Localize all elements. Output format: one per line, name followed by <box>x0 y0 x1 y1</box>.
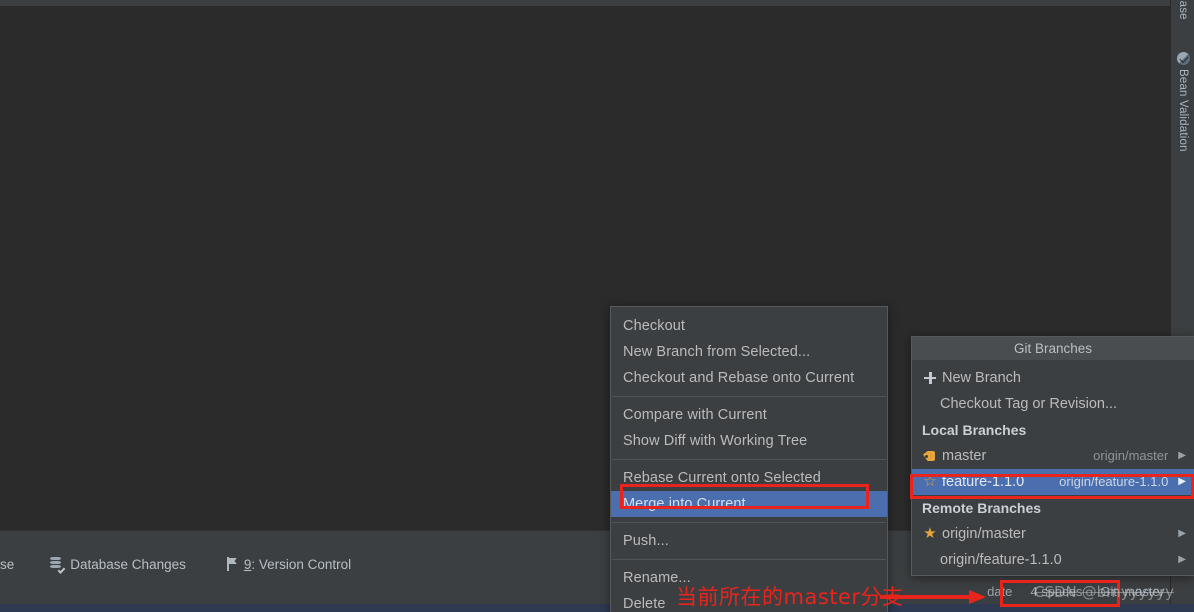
git-branches-popup: Git Branches New Branch Checkout Tag or … <box>911 336 1194 576</box>
branch-row-feature-1-1-0[interactable]: ☆ feature-1.1.0 origin/feature-1.1.0 ▶ <box>912 469 1194 495</box>
ide-window: base Bean Validation se Database Changes… <box>0 0 1194 612</box>
branch-feature-tracking: origin/feature-1.1.0 <box>1059 474 1169 489</box>
toolwindow-truncated-label: se <box>0 556 15 572</box>
toolstrip-database-label: base <box>1177 0 1189 20</box>
toolwindow-version-control-label: 9: Version Control <box>244 557 351 572</box>
toolwindow-button-database-changes[interactable]: Database Changes <box>28 556 200 574</box>
version-control-branch-icon <box>226 557 238 571</box>
chevron-right-icon: ▶ <box>1178 554 1186 565</box>
toolwindow-button-row: se Database Changes 9: Version Control <box>0 553 365 575</box>
status-date-segment[interactable]: date <box>987 584 1012 599</box>
tag-icon <box>922 448 938 464</box>
menu-item-show-diff-with-working-tree[interactable]: Show Diff with Working Tree <box>611 428 887 454</box>
toolwindow-database-changes-label: Database Changes <box>70 556 186 572</box>
menu-separator <box>612 522 886 523</box>
branch-feature-label: feature-1.1.0 <box>942 474 1025 490</box>
status-bar-right-group: date 4 spaces Git: master <box>987 578 1164 604</box>
remote-branches-header: Remote Branches <box>922 500 1042 516</box>
toolstrip-item-bean-validation[interactable]: Bean Validation <box>1171 52 1194 182</box>
menu-separator <box>612 396 886 397</box>
branch-master-label: master <box>942 448 987 464</box>
menu-item-push[interactable]: Push... <box>611 528 887 554</box>
menu-separator <box>612 459 886 460</box>
local-branches-header: Local Branches <box>922 422 1027 438</box>
chevron-right-icon: ▶ <box>1178 528 1186 539</box>
menu-separator <box>612 559 886 560</box>
menu-item-checkout[interactable]: Checkout <box>611 313 887 339</box>
branch-row-origin-master[interactable]: ★ origin/master ▶ <box>912 521 1194 547</box>
toolwindow-version-control-name: : Version Control <box>251 556 352 572</box>
git-action-checkout-tag-or-revision[interactable]: Checkout Tag or Revision... <box>912 391 1194 417</box>
git-branches-list: New Branch Checkout Tag or Revision... L… <box>912 361 1194 575</box>
branch-master-tracking: origin/master <box>1093 448 1169 463</box>
branch-row-origin-feature-1-1-0[interactable]: origin/feature-1.1.0 ▶ <box>912 547 1194 573</box>
menu-item-rebase-current-onto-selected[interactable]: Rebase Current onto Selected <box>611 465 887 491</box>
toolwindow-button-truncated[interactable]: se <box>0 557 28 572</box>
star-outline-icon: ☆ <box>923 473 937 490</box>
status-bar: date 4 spaces Git: master <box>0 578 1170 604</box>
window-bottom-edge <box>0 604 1194 612</box>
checkout-tag-label: Checkout Tag or Revision... <box>940 396 1118 412</box>
branch-context-menu: Checkout New Branch from Selected... Che… <box>610 306 888 612</box>
branch-origin-feature-label: origin/feature-1.1.0 <box>940 552 1062 568</box>
git-action-new-branch[interactable]: New Branch <box>912 365 1194 391</box>
plus-icon <box>922 370 938 386</box>
menu-item-new-branch-from-selected[interactable]: New Branch from Selected... <box>611 339 887 365</box>
annotation-chinese-note: 当前所在的master分支 <box>676 585 904 609</box>
toolwindow-button-version-control[interactable]: 9: Version Control <box>200 557 365 572</box>
toolstrip-item-database[interactable]: base <box>1171 0 1194 40</box>
database-changes-icon <box>50 557 66 574</box>
toolstrip-bean-validation-label: Bean Validation <box>1177 69 1189 152</box>
status-indent-segment[interactable]: 4 spaces <box>1030 584 1082 599</box>
branch-row-master[interactable]: master origin/master ▶ <box>912 443 1194 469</box>
branch-origin-master-label: origin/master <box>942 526 1026 542</box>
status-badge[interactable]: Git: master <box>1100 584 1164 599</box>
menu-item-checkout-and-rebase-onto-current[interactable]: Checkout and Rebase onto Current <box>611 365 887 391</box>
bean-validation-icon <box>1176 52 1190 65</box>
menu-item-merge-into-current[interactable]: Merge into Current <box>611 491 887 517</box>
chevron-right-icon: ▶ <box>1178 450 1186 461</box>
chevron-right-icon: ▶ <box>1178 476 1186 487</box>
new-branch-label: New Branch <box>942 370 1021 386</box>
menu-item-compare-with-current[interactable]: Compare with Current <box>611 402 887 428</box>
star-filled-icon: ★ <box>923 525 937 542</box>
git-branches-title: Git Branches <box>912 337 1194 361</box>
